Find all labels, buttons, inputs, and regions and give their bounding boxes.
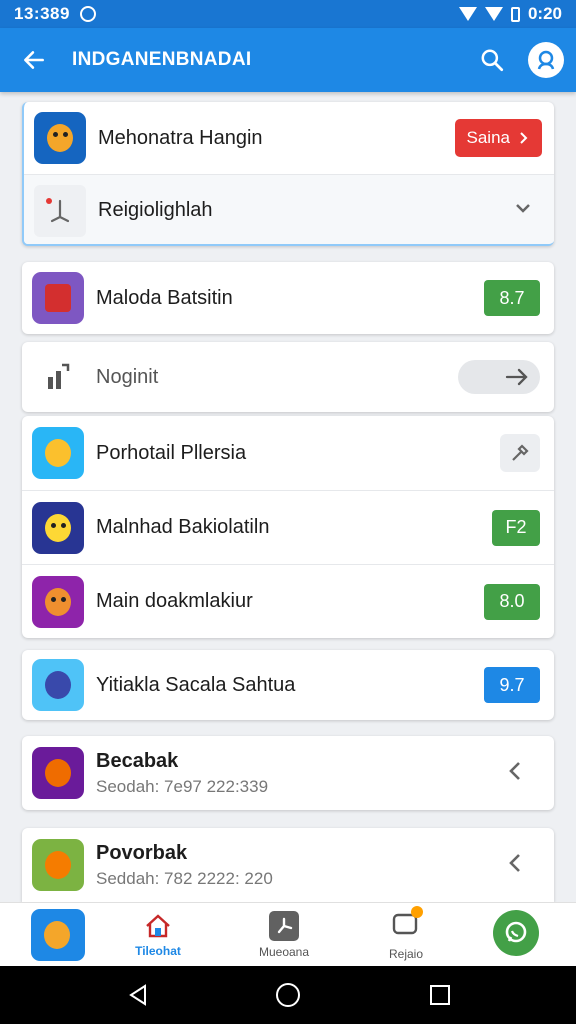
nav-home[interactable]: Tileohat	[118, 903, 198, 967]
app-thumbnail	[32, 272, 84, 324]
list-item[interactable]: Porhotail Pllersia	[22, 416, 554, 490]
list-item-title: Povorbak	[96, 841, 188, 864]
list-item[interactable]: Noginit	[22, 342, 554, 412]
system-recents-icon[interactable]	[425, 980, 455, 1010]
back-arrow-icon[interactable]	[18, 44, 50, 76]
content-list[interactable]: Mehonatra Hangin Saina Reigiolighlah Mal…	[0, 92, 576, 902]
chevron-right-icon	[520, 132, 528, 144]
app-thumbnail	[32, 747, 84, 799]
app-thumbnail	[32, 839, 84, 891]
list-item-label: Porhotail Pllersia	[96, 441, 247, 464]
saina-button-label: Saina	[466, 128, 510, 147]
battery-icon	[510, 6, 520, 22]
avatar	[31, 909, 85, 961]
nav-chat-label: Rejaio	[388, 946, 424, 961]
list-item-text: Becabak Seodah: 7e97 222:339	[96, 750, 268, 797]
search-icon[interactable]	[474, 42, 510, 78]
nav-avatar[interactable]	[30, 903, 86, 967]
list-item[interactable]: Becabak Seodah: 7e97 222:339	[22, 736, 554, 810]
card-item: Maloda Batsitin 8.7	[22, 262, 554, 334]
signal-icon	[484, 7, 503, 21]
list-item[interactable]: Povorbak Seddah: 782 2222: 220	[22, 828, 554, 902]
list-item[interactable]: Mehonatra Hangin Saina	[24, 102, 554, 174]
app-bar: INDGANENBNADAI	[0, 28, 576, 92]
profile-icon[interactable]	[528, 42, 564, 78]
score-badge: 9.7	[484, 667, 540, 703]
map-pin-icon	[34, 184, 86, 237]
list-item-label: Yitiakla Sacala Sahtua	[96, 673, 296, 696]
chat-bubble-icon	[391, 905, 423, 943]
score-badge: F2	[492, 509, 540, 546]
list-item[interactable]: Main doakmlakiur 8.0	[22, 564, 554, 638]
app-thumbnail	[34, 112, 86, 164]
wrench-icon[interactable]	[500, 434, 540, 472]
fan-icon	[269, 911, 299, 941]
list-item-subtitle: Seddah: 782 2222: 220	[96, 868, 273, 888]
list-item[interactable]: Malnhad Bakiolatiln F2	[22, 490, 554, 564]
system-back-icon[interactable]	[123, 980, 153, 1010]
card-group: Porhotail Pllersia Malnhad Bakiolatiln F…	[22, 416, 554, 638]
whatsapp-icon[interactable]	[493, 910, 539, 956]
list-item-label: Main doakmlakiur	[96, 590, 253, 612]
list-item-title: Becabak	[96, 749, 179, 772]
card-primary: Mehonatra Hangin Saina Reigiolighlah	[22, 102, 554, 246]
toggle-switch[interactable]	[458, 360, 540, 394]
app-thumbnail	[32, 575, 84, 628]
card-item: Becabak Seodah: 7e97 222:339	[22, 736, 554, 810]
system-home-icon[interactable]	[273, 980, 303, 1010]
page-title: INDGANENBNADAI	[72, 49, 252, 70]
list-item-label: Mehonatra Hangin	[98, 126, 263, 149]
status-bar: 13:389 0:20	[0, 0, 576, 28]
card-item: Yitiakla Sacala Sahtua 9.7	[22, 650, 554, 720]
list-item[interactable]: Maloda Batsitin 8.7	[22, 262, 554, 334]
app-thumbnail	[32, 501, 84, 554]
list-item-label: Maloda Batsitin	[96, 286, 233, 309]
list-item-label: Noginit	[96, 365, 159, 388]
nav-mid[interactable]: Mueoana	[244, 903, 324, 967]
list-item-label: Reigiolighlah	[98, 199, 213, 221]
status-time: 13:389	[14, 4, 70, 23]
app-thumbnail	[32, 427, 84, 479]
list-item-subtitle: Seodah: 7e97 222:339	[96, 776, 269, 796]
home-icon	[146, 914, 170, 938]
wifi-icon	[458, 7, 477, 21]
status-icons: 0:20	[458, 4, 562, 24]
score-badge: 8.7	[484, 280, 540, 316]
score-badge: 8.0	[484, 583, 540, 620]
stats-icon	[32, 351, 84, 403]
chevron-left-icon[interactable]	[508, 760, 522, 787]
nav-home-label: Tileohat	[135, 944, 181, 958]
notification-icon	[79, 6, 96, 22]
system-nav-bar	[0, 966, 576, 1024]
list-item[interactable]: Reigiolighlah	[24, 174, 554, 244]
nav-mid-label: Mueoana	[258, 945, 310, 959]
list-item-label: Malnhad Bakiolatiln	[96, 516, 270, 538]
card-item: Povorbak Seddah: 782 2222: 220	[22, 828, 554, 902]
nav-chat[interactable]: Rejaio	[366, 903, 446, 967]
battery-text: 0:20	[527, 4, 562, 23]
bottom-nav: Tileohat Mueoana Rejaio	[0, 902, 576, 966]
app-thumbnail	[32, 659, 84, 711]
chevron-down-icon[interactable]	[514, 201, 532, 220]
list-item[interactable]: Yitiakla Sacala Sahtua 9.7	[22, 650, 554, 720]
saina-button[interactable]: Saina	[454, 119, 542, 157]
chevron-left-icon[interactable]	[508, 852, 522, 879]
card-item: Noginit	[22, 342, 554, 412]
arrow-right-icon	[505, 368, 528, 386]
list-item-text: Povorbak Seddah: 782 2222: 220	[96, 842, 273, 889]
